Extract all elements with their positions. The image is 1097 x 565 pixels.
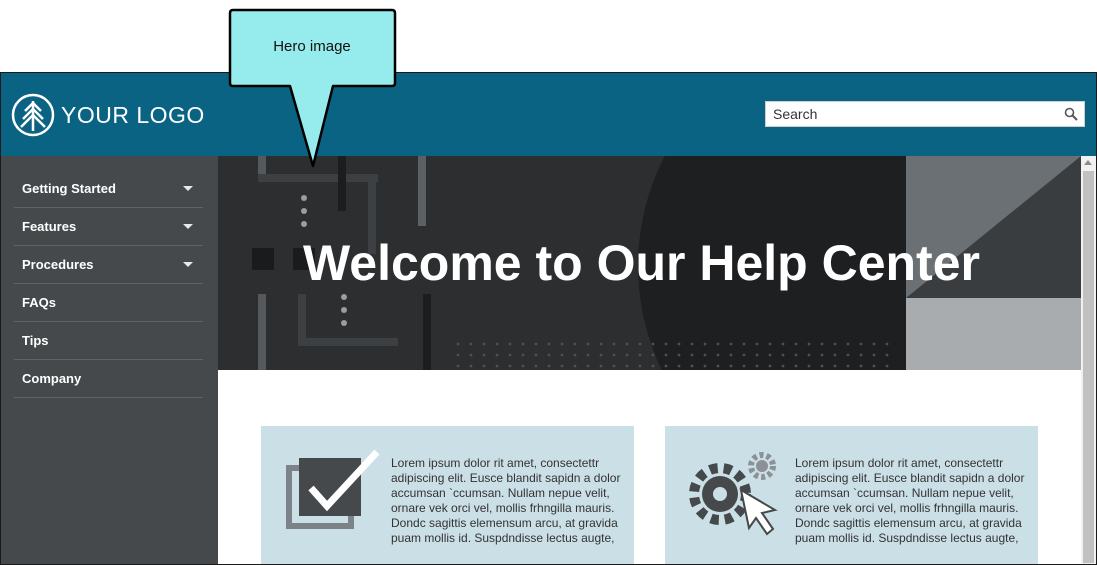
checkbox-icon	[286, 449, 380, 529]
callout-label: Hero image	[273, 38, 351, 55]
vertical-scrollbar[interactable]	[1081, 156, 1096, 564]
sidebar-nav: Getting Started Features Procedures FAQs…	[1, 156, 218, 564]
sidebar-item-label: Features	[22, 219, 77, 234]
sidebar-item-label: FAQs	[22, 295, 56, 310]
sidebar-item-label: Tips	[22, 333, 49, 348]
search-input[interactable]	[766, 102, 1056, 126]
sidebar-item-label: Getting Started	[22, 181, 116, 196]
hero-title: Welcome to Our Help Center	[303, 235, 980, 291]
chevron-down-icon[interactable]	[183, 262, 193, 267]
feature-card[interactable]: Lorem ipsum dolor rit amet, consectettr …	[665, 426, 1038, 564]
sidebar-item-procedures[interactable]: Procedures	[14, 246, 203, 284]
search-box	[765, 101, 1085, 127]
gears-cursor-icon	[689, 452, 778, 536]
hero-banner: Welcome to Our Help Center	[218, 156, 1081, 370]
sidebar-item-faqs[interactable]: FAQs	[14, 284, 203, 322]
chevron-down-icon[interactable]	[183, 186, 193, 191]
feature-card[interactable]: Lorem ipsum dolor rit amet, consectettr …	[261, 426, 634, 564]
scroll-up-arrow-icon[interactable]	[1084, 160, 1092, 165]
sidebar-item-features[interactable]: Features	[14, 208, 203, 246]
card-text: Lorem ipsum dolor rit amet, consectettr …	[795, 456, 1025, 545]
sidebar-item-tips[interactable]: Tips	[14, 322, 203, 360]
search-icon[interactable]	[1064, 107, 1078, 121]
sidebar-item-label: Company	[22, 371, 82, 386]
scrollbar-thumb[interactable]	[1083, 171, 1094, 563]
sidebar-item-company[interactable]: Company	[14, 360, 203, 398]
chevron-down-icon[interactable]	[183, 224, 193, 229]
callout-bubble	[228, 8, 397, 168]
card-text: Lorem ipsum dolor rit amet, consectettr …	[391, 456, 621, 545]
sidebar-item-label: Procedures	[22, 257, 94, 272]
